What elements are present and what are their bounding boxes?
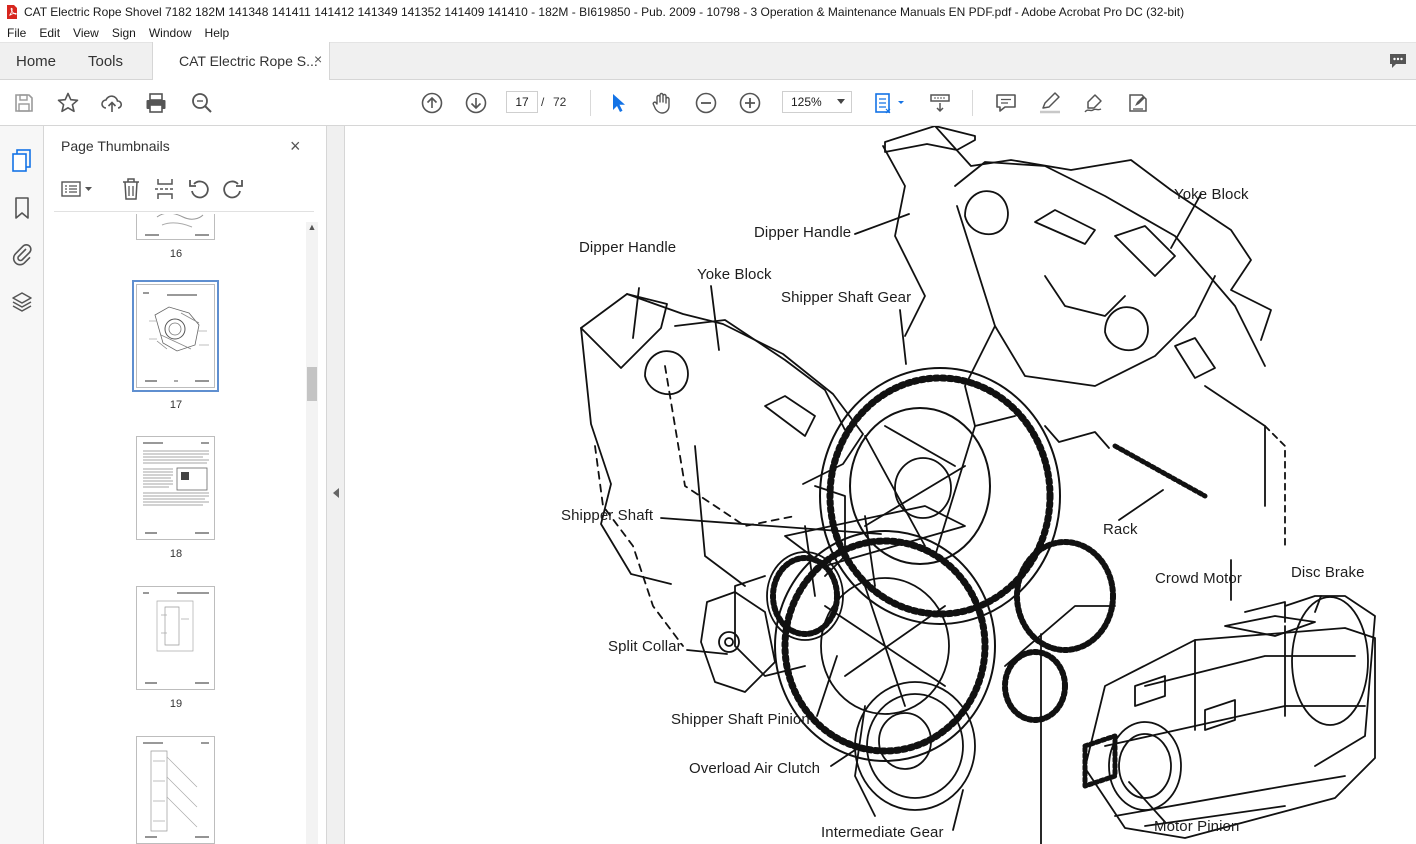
page-thumbnail[interactable] bbox=[136, 214, 215, 240]
thumbnail-page-number: 19 bbox=[169, 698, 183, 710]
menu-view[interactable]: View bbox=[66, 26, 105, 40]
label-split-collar: Split Collar bbox=[608, 638, 682, 655]
window-title: CAT Electric Rope Shovel 7182 182M 14134… bbox=[24, 4, 1185, 19]
hand-icon[interactable] bbox=[650, 91, 674, 115]
menu-edit[interactable]: Edit bbox=[32, 26, 66, 40]
page-total: 72 bbox=[553, 95, 567, 109]
left-navigation-rail bbox=[0, 126, 44, 844]
label-shipper-shaft-gear: Shipper Shaft Gear bbox=[781, 289, 912, 306]
technical-drawing bbox=[580, 126, 1376, 844]
tab-close-button[interactable]: × bbox=[314, 51, 322, 67]
scrollbar-thumb[interactable] bbox=[307, 367, 317, 401]
label-shipper-shaft-pinion: Shipper Shaft Pinion bbox=[671, 711, 810, 728]
menu-bar: File Edit View Sign Window Help bbox=[0, 23, 1416, 42]
arrow-down-circle-icon[interactable] bbox=[464, 91, 488, 115]
tab-bar: Home Tools CAT Electric Rope S... × bbox=[0, 42, 1416, 80]
page-thumbnail-selected[interactable] bbox=[132, 280, 219, 392]
panel-divider bbox=[54, 211, 314, 212]
panel-close-button[interactable]: × bbox=[290, 136, 301, 157]
print-icon[interactable] bbox=[144, 91, 168, 115]
label-shipper-shaft: Shipper Shaft bbox=[561, 507, 654, 524]
menu-help[interactable]: Help bbox=[198, 26, 236, 40]
star-icon[interactable] bbox=[56, 91, 80, 115]
collapse-panel-arrow-icon[interactable] bbox=[333, 488, 339, 498]
page-separator: / bbox=[541, 95, 545, 109]
thumbnail-options-icon[interactable] bbox=[60, 178, 94, 205]
label-crowd-motor: Crowd Motor bbox=[1155, 570, 1242, 587]
panel-splitter[interactable] bbox=[327, 126, 345, 844]
label-yoke-block-left: Yoke Block bbox=[697, 266, 772, 283]
label-yoke-block-top: Yoke Block bbox=[1174, 186, 1249, 203]
thumbnail-list: 16 17 18 19 bbox=[44, 214, 306, 844]
comment-icon[interactable] bbox=[994, 91, 1018, 115]
label-dipper-handle-top: Dipper Handle bbox=[754, 224, 852, 241]
tab-document-label: CAT Electric Rope S... bbox=[179, 53, 318, 69]
label-rack: Rack bbox=[1103, 521, 1138, 538]
page-number-input[interactable]: 17 bbox=[506, 91, 538, 113]
zoom-level-select[interactable]: 125% bbox=[782, 91, 852, 113]
minus-circle-icon[interactable] bbox=[694, 91, 718, 115]
main-toolbar: 17 / 72 125% bbox=[0, 80, 1416, 126]
label-intermediate-gear: Intermediate Gear bbox=[821, 824, 944, 841]
scroll-up-arrow-icon[interactable]: ▲ bbox=[306, 222, 318, 234]
thumbnail-page-number: 17 bbox=[169, 399, 183, 411]
tab-document[interactable]: CAT Electric Rope S... × bbox=[152, 42, 330, 80]
thumbnail-scrollbar[interactable] bbox=[306, 222, 318, 844]
tab-tools[interactable]: Tools bbox=[88, 53, 123, 70]
cursor-icon[interactable] bbox=[606, 91, 630, 115]
menu-sign[interactable]: Sign bbox=[105, 26, 142, 40]
panel-toolbar bbox=[58, 176, 318, 204]
extract-pages-icon[interactable] bbox=[154, 177, 176, 206]
label-dipper-handle-left: Dipper Handle bbox=[579, 239, 677, 256]
thumbnail-page-number: 16 bbox=[169, 248, 183, 260]
pen-icon[interactable] bbox=[1038, 91, 1062, 115]
plus-circle-icon[interactable] bbox=[738, 91, 762, 115]
acrobat-pdf-icon bbox=[6, 4, 18, 19]
fit-page-icon[interactable] bbox=[872, 91, 908, 115]
upload-icon[interactable] bbox=[100, 91, 124, 115]
window-titlebar: CAT Electric Rope Shovel 7182 182M 14134… bbox=[0, 0, 1416, 23]
toolbar-divider bbox=[590, 90, 591, 116]
document-viewport[interactable]: Yoke Block Dipper Handle Dipper Handle Y… bbox=[345, 126, 1416, 844]
label-overload-air-clutch: Overload Air Clutch bbox=[689, 760, 821, 777]
trash-icon[interactable] bbox=[120, 177, 142, 206]
layers-icon[interactable] bbox=[10, 290, 34, 314]
attachment-icon[interactable] bbox=[10, 242, 34, 266]
menu-file[interactable]: File bbox=[0, 26, 32, 40]
comment-panel-icon[interactable] bbox=[1388, 52, 1408, 75]
page-thumbnails-icon[interactable] bbox=[10, 148, 34, 172]
page-thumbnail[interactable] bbox=[136, 736, 215, 844]
rotate-clockwise-icon[interactable] bbox=[222, 177, 244, 206]
page-thumbnail[interactable] bbox=[136, 436, 215, 540]
panel-title: Page Thumbnails bbox=[61, 138, 170, 154]
bookmark-icon[interactable] bbox=[10, 196, 34, 220]
page-thumbnail[interactable] bbox=[136, 586, 215, 690]
sign-icon[interactable] bbox=[1082, 91, 1106, 115]
page-thumbnails-panel: Page Thumbnails × 16 17 18 19 ▲ bbox=[44, 126, 327, 844]
save-icon[interactable] bbox=[12, 91, 36, 115]
rotate-counterclockwise-icon[interactable] bbox=[188, 177, 210, 206]
arrow-up-circle-icon[interactable] bbox=[420, 91, 444, 115]
search-zoom-icon[interactable] bbox=[190, 91, 214, 115]
fill-sign-icon[interactable] bbox=[1126, 91, 1150, 115]
zoom-level-value: 125% bbox=[791, 95, 822, 109]
thumbnail-page-number: 18 bbox=[169, 548, 183, 560]
label-disc-brake: Disc Brake bbox=[1291, 564, 1365, 581]
menu-window[interactable]: Window bbox=[142, 26, 198, 40]
chevron-down-icon bbox=[837, 99, 845, 104]
tab-home[interactable]: Home bbox=[16, 53, 56, 70]
label-motor-pinion: Motor Pinion bbox=[1154, 818, 1240, 835]
toolbar-divider bbox=[972, 90, 973, 116]
scroll-mode-icon[interactable] bbox=[928, 91, 952, 115]
